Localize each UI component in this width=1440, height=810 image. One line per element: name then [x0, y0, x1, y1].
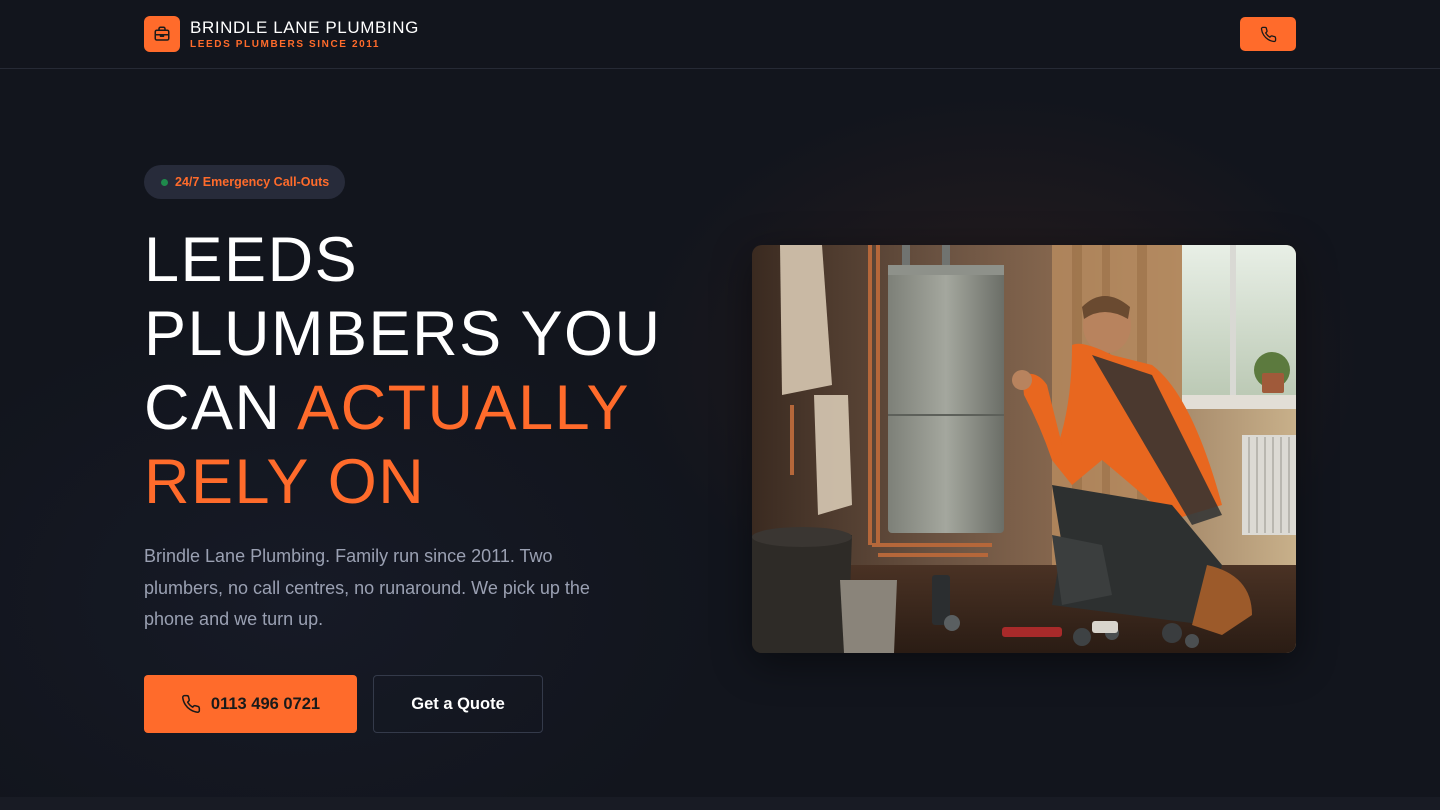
phone-icon: [1260, 26, 1276, 42]
site-header: BRINDLE LANE PLUMBING LEEDS PLUMBERS SIN…: [0, 0, 1440, 69]
quote-button-label: Get a Quote: [411, 694, 505, 713]
brand-tagline: LEEDS PLUMBERS SINCE 2011: [190, 38, 381, 50]
hero-headline: LEEDS PLUMBERS YOU CAN ACTUALLY RELY ON: [144, 223, 704, 519]
hero-image: [752, 245, 1296, 653]
brand-text: BRINDLE LANE PLUMBING LEEDS PLUMBERS SIN…: [190, 18, 419, 51]
call-button[interactable]: 0113 496 0721: [144, 675, 357, 733]
header-call-button[interactable]: [1240, 17, 1296, 51]
emergency-badge: 24/7 Emergency Call-Outs: [144, 165, 346, 199]
status-dot: [161, 178, 168, 186]
next-section-edge: [0, 797, 1440, 810]
brand[interactable]: BRINDLE LANE PLUMBING LEEDS PLUMBERS SIN…: [144, 16, 419, 52]
badge-label: 24/7 Emergency Call-Outs: [175, 175, 330, 189]
toolbox-icon: [144, 16, 180, 52]
call-button-label: 0113 496 0721: [210, 694, 321, 713]
hero-intro: Brindle Lane Plumbing. Family run since …: [144, 546, 590, 629]
brand-name: BRINDLE LANE PLUMBING: [190, 17, 419, 37]
get-quote-button[interactable]: Get a Quote: [373, 675, 543, 733]
phone-icon: [181, 694, 200, 713]
